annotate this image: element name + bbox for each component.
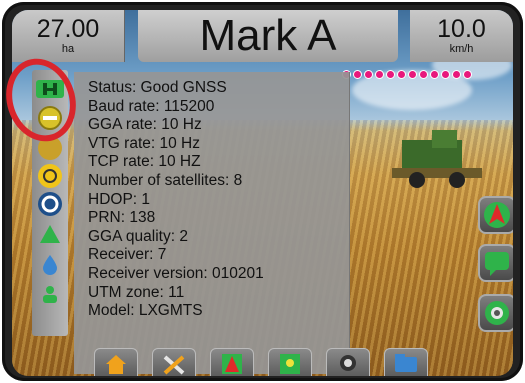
gnss-vtg-rate-line: VTG rate: 10 Hz (88, 134, 200, 152)
display-screen: 27.00 ha Mark A 10.0 km/h Status: Good G… (12, 10, 513, 376)
area-value: 27.00 (36, 15, 100, 43)
home-icon (106, 355, 126, 374)
led (397, 70, 406, 79)
folder-button[interactable] (384, 348, 428, 376)
gnss-tcp-rate-line: TCP rate: 10 HZ (88, 153, 201, 171)
job-title-bar[interactable]: Mark A (138, 10, 398, 62)
camera-view-button[interactable] (478, 294, 513, 332)
steering-icon[interactable] (38, 192, 62, 216)
map-nav-button[interactable] (268, 348, 312, 376)
led (375, 70, 384, 79)
combine-harvester-image (392, 130, 482, 188)
orientation-icon (484, 202, 510, 228)
gnss-receiver-line: Receiver: 7 (88, 246, 167, 264)
led (408, 70, 417, 79)
gnss-hdop-line: HDOP: 1 (88, 190, 151, 208)
gnss-prn-line: PRN: 138 (88, 209, 156, 227)
gnss-receiver-version-line: Receiver version: 010201 (88, 264, 264, 282)
camera-nav-button[interactable] (326, 348, 370, 376)
led (353, 70, 362, 79)
gnss-satellites-line: Number of satellites: 8 (88, 171, 243, 189)
warning-icon[interactable] (38, 164, 62, 188)
led (419, 70, 428, 79)
device-frame: 27.00 ha Mark A 10.0 km/h Status: Good G… (2, 2, 523, 381)
guidance-icon[interactable] (38, 222, 62, 246)
gnss-status-line: Status: Good GNSS (88, 79, 227, 96)
gnss-model-line: Model: LXGMTS (88, 302, 203, 320)
area-unit: ha (61, 43, 75, 55)
gnss-baud-line: Baud rate: 115200 (88, 97, 215, 115)
gnss-utm-zone-line: UTM zone: 11 (88, 283, 185, 301)
led (441, 70, 450, 79)
gnss-gga-quality-line: GGA quality: 2 (88, 227, 188, 245)
area-readout[interactable]: 27.00 ha (12, 10, 125, 62)
led (386, 70, 395, 79)
message-icon (485, 252, 509, 276)
gnss-status-panel: Status: Good GNSS Baud rate: 115200 GGA … (74, 72, 350, 374)
liquid-icon[interactable] (38, 252, 62, 276)
page-title: Mark A (199, 11, 337, 60)
speed-readout[interactable]: 10.0 km/h (410, 10, 513, 62)
message-button[interactable] (478, 244, 513, 282)
speed-value: 10.0 (437, 15, 486, 43)
bottom-nav (94, 348, 454, 376)
section-status-leds (342, 70, 472, 79)
folder-icon (395, 354, 417, 372)
map-nav-icon (280, 354, 300, 374)
orientation-button[interactable] (478, 196, 513, 234)
guidance-nav-button[interactable] (210, 348, 254, 376)
tools-button[interactable] (152, 348, 196, 376)
led (430, 70, 439, 79)
gnss-status-lines: Status: Good GNSS Baud rate: 115200 GGA … (88, 79, 264, 321)
guidance-nav-icon (222, 354, 242, 374)
speed-unit: km/h (449, 43, 474, 55)
tools-icon (163, 355, 185, 375)
home-button[interactable] (94, 348, 138, 376)
led (463, 70, 472, 79)
camera-icon (340, 355, 356, 371)
led (452, 70, 461, 79)
gnss-gga-rate-line: GGA rate: 10 Hz (88, 116, 202, 134)
camera-view-icon (485, 301, 509, 325)
person-icon[interactable] (38, 282, 62, 306)
led (364, 70, 373, 79)
